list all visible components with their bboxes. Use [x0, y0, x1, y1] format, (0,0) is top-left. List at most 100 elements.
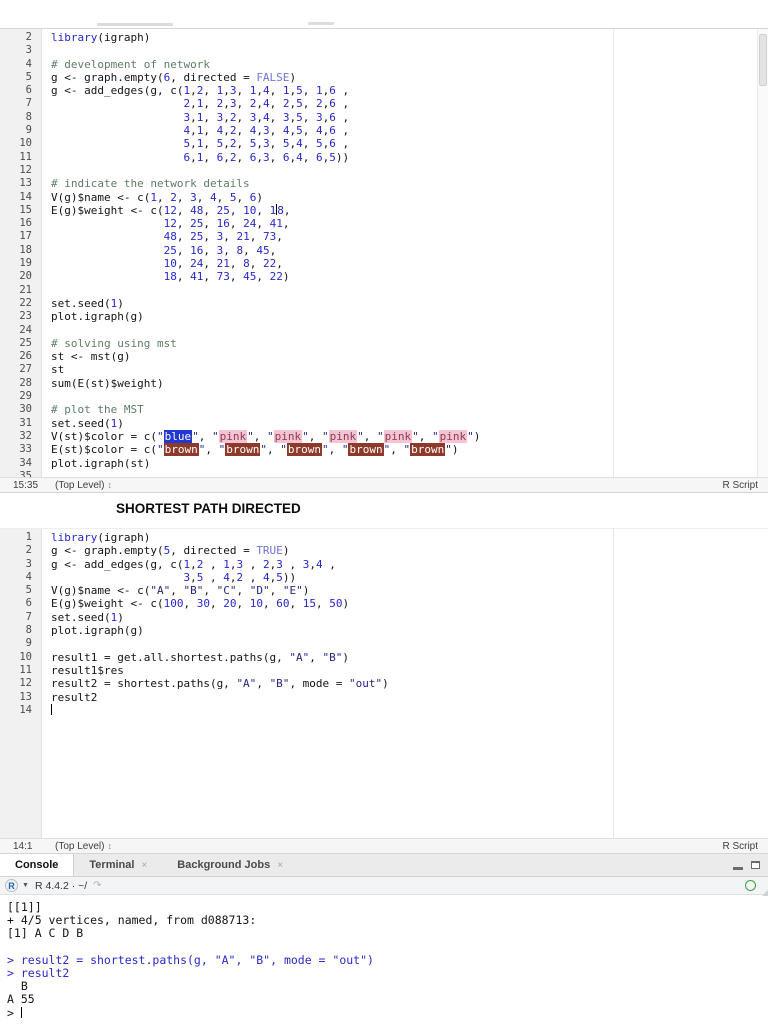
code-line[interactable]: # indicate the network details	[51, 177, 768, 190]
code-line[interactable]	[51, 284, 768, 297]
code-line[interactable]: # development of network	[51, 58, 768, 71]
code-line[interactable]: set.seed(1)	[51, 417, 768, 430]
line-number: 27	[19, 363, 32, 376]
maximize-icon[interactable]	[751, 861, 760, 869]
line-number-gutter: 1 2 3 4 5 6 7 8 9 10 11 12 13 14	[0, 529, 42, 838]
updown-icon: ↕	[107, 480, 112, 490]
source-editor-mst: 2 3 4 5 6 7 8 9 10 11 12 13 14 15 16 17 18 19 20 21 22 23 24 25…	[0, 28, 768, 477]
scope-selector[interactable]: (Top Level) ↕	[55, 841, 112, 852]
code-line[interactable]	[51, 324, 768, 337]
print-margin-line	[613, 29, 614, 477]
line-number: 10	[19, 650, 32, 663]
file-type-selector[interactable]: R Script	[722, 841, 758, 852]
line-number: 33	[19, 443, 32, 456]
code-editor-area[interactable]: library(igraph) g <- graph.empty(5, direc…	[43, 529, 768, 838]
code-line[interactable]	[51, 637, 768, 650]
code-line[interactable]: set.seed(1)	[51, 297, 768, 310]
code-line[interactable]: g <- add_edges(g, c(1,2 , 1,3 , 2,3 , 3,…	[51, 558, 768, 571]
line-number: 31	[19, 416, 32, 429]
code-line[interactable]: st	[51, 363, 768, 376]
code-line[interactable]: sum(E(st)$weight)	[51, 377, 768, 390]
document-gap: SHORTEST PATH DIRECTED	[0, 493, 768, 528]
code-line[interactable]	[51, 470, 768, 477]
code-line[interactable]	[51, 164, 768, 177]
code-line[interactable]: result2	[51, 691, 768, 704]
line-number: 5	[25, 584, 32, 597]
code-line[interactable]	[51, 703, 768, 717]
code-line[interactable]: library(igraph)	[51, 31, 768, 44]
code-line[interactable]: 6,1, 6,2, 6,3, 6,4, 6,5))	[51, 151, 768, 164]
code-line[interactable]: g <- add_edges(g, c(1,2, 1,3, 1,4, 1,5, …	[51, 84, 768, 97]
memory-status-icon[interactable]	[745, 880, 756, 891]
code-line[interactable]: st <- mst(g)	[51, 350, 768, 363]
line-number: 2	[25, 31, 32, 43]
code-line[interactable]: g <- graph.empty(6, directed = FALSE)	[51, 71, 768, 84]
goto-directory-icon[interactable]: ↷	[93, 880, 101, 891]
code-line[interactable]: 3,5 , 4,2 , 4,5))	[51, 571, 768, 584]
code-line[interactable]	[51, 390, 768, 403]
code-line[interactable]: g <- graph.empty(5, directed = TRUE)	[51, 544, 768, 557]
line-number: 30	[19, 403, 32, 416]
code-editor-area[interactable]: library(igraph) # development of network g…	[43, 29, 768, 477]
line-number: 4	[25, 570, 32, 583]
code-line[interactable]: library(igraph)	[51, 531, 768, 544]
code-line[interactable]: plot.igraph(st)	[51, 457, 768, 470]
line-number: 13	[19, 690, 32, 703]
code-line[interactable]: 18, 41, 73, 45, 22)	[51, 270, 768, 283]
close-icon[interactable]: ×	[277, 860, 283, 871]
line-number: 10	[19, 137, 32, 150]
tab-terminal[interactable]: Terminal ×	[74, 854, 162, 876]
code-line[interactable]: result1$res	[51, 664, 768, 677]
code-line[interactable]: 12, 25, 16, 24, 41,	[51, 217, 768, 230]
code-line[interactable]: result2 = shortest.paths(g, "A", "B", mo…	[51, 677, 768, 690]
code-line[interactable]: V(st)$color = c("blue", "pink", "pink", …	[51, 429, 768, 443]
console-output-line: A 55	[7, 992, 35, 1007]
close-icon[interactable]: ×	[141, 860, 147, 871]
line-number: 23	[19, 310, 32, 323]
code-line[interactable]: 5,1, 5,2, 5,3, 5,4, 5,6 ,	[51, 137, 768, 150]
code-line[interactable]: # plot the MST	[51, 403, 768, 416]
editor-scrollbar[interactable]	[757, 29, 768, 477]
line-number: 22	[19, 296, 32, 309]
code-line[interactable]: plot.igraph(g)	[51, 624, 768, 637]
code-line[interactable]: # solving using mst	[51, 337, 768, 350]
line-number: 17	[19, 230, 32, 243]
code-line[interactable]: plot.igraph(g)	[51, 310, 768, 323]
editor1-status-bar: 15:35 (Top Level) ↕ R Script	[0, 477, 768, 493]
code-line[interactable]: 10, 24, 21, 8, 22,	[51, 257, 768, 270]
tab-background-jobs[interactable]: Background Jobs ×	[162, 854, 298, 876]
console-output-line: B	[7, 979, 28, 994]
chevron-down-icon[interactable]: ▼	[22, 882, 29, 889]
code-line[interactable]: E(g)$weight <- c(100, 30, 20, 10, 60, 15…	[51, 597, 768, 610]
line-number: 11	[19, 663, 32, 676]
minimize-icon[interactable]	[733, 867, 743, 870]
code-line[interactable]	[51, 44, 768, 57]
code-line[interactable]: 25, 16, 3, 8, 45,	[51, 244, 768, 257]
line-number: 9	[25, 124, 32, 137]
cropped-text-remnant	[308, 22, 334, 25]
code-line[interactable]: V(g)$name <- c("A", "B", "C", "D", "E")	[51, 584, 768, 597]
code-line[interactable]: 3,1, 3,2, 3,4, 3,5, 3,6 ,	[51, 111, 768, 124]
tab-console[interactable]: Console	[0, 854, 75, 876]
file-type-selector[interactable]: R Script	[722, 480, 758, 491]
line-number: 5	[25, 70, 32, 83]
console-output[interactable]: [[1]] + 4/5 vertices, named, from d088713…	[0, 896, 768, 1024]
line-number: 8	[25, 110, 32, 123]
line-number: 3	[25, 557, 32, 570]
scope-selector[interactable]: (Top Level) ↕	[55, 480, 112, 491]
code-line[interactable]: set.seed(1)	[51, 611, 768, 624]
code-line[interactable]: result1 = get.all.shortest.paths(g, "A",…	[51, 651, 768, 664]
line-number: 28	[19, 376, 32, 389]
code-line[interactable]: V(g)$name <- c(1, 2, 3, 4, 5, 6)	[51, 191, 768, 204]
r-session-label: R 4.4.2 · ~/	[34, 879, 88, 892]
code-line[interactable]: 4,1, 4,2, 4,3, 4,5, 4,6 ,	[51, 124, 768, 137]
line-number: 34	[19, 456, 32, 469]
scrollbar-thumb[interactable]	[759, 34, 767, 86]
code-line[interactable]: E(st)$color = c("brown", "brown", "brown…	[51, 443, 768, 457]
code-line[interactable]: E(g)$weight <- c(12, 48, 25, 10, 18,	[51, 203, 768, 217]
code-line[interactable]: 2,1, 2,3, 2,4, 2,5, 2,6 ,	[51, 97, 768, 110]
code-line[interactable]: 48, 25, 3, 21, 73,	[51, 230, 768, 243]
line-number: 1	[25, 531, 32, 543]
r-logo: R	[5, 879, 18, 892]
line-number: 32	[19, 429, 32, 442]
